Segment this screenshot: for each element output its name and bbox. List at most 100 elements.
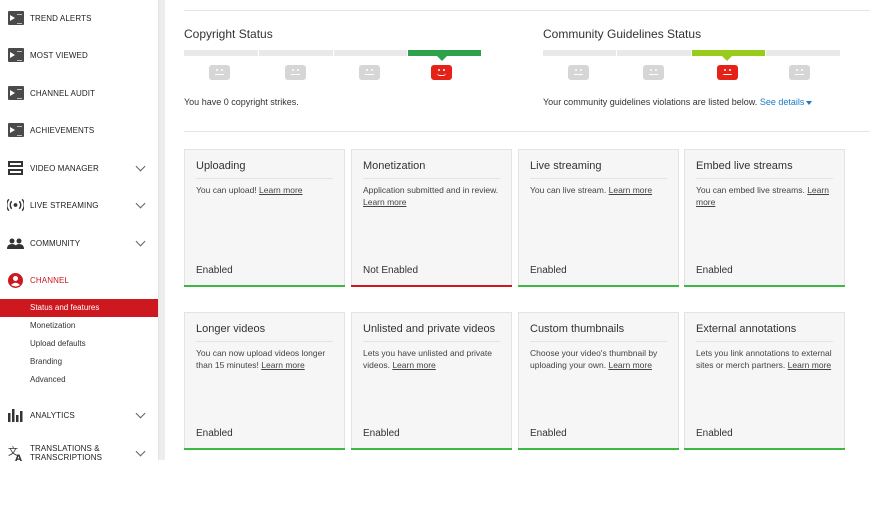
feature-description: Lets you have unlisted and private video… — [363, 347, 503, 371]
neutral-face-icon — [359, 65, 380, 80]
sidebar-item-label: CHANNEL — [30, 275, 69, 285]
feature-description-text: You can upload! — [196, 185, 257, 195]
neutral-face-icon — [717, 65, 738, 80]
sidebar-item-channel-audit[interactable]: CHANNEL AUDIT — [0, 80, 158, 106]
divider — [363, 178, 500, 179]
sidebar-item-trend-alerts[interactable]: TREND ALERTS — [0, 5, 158, 31]
community-guidelines-title: Community Guidelines Status — [543, 27, 702, 41]
feature-card: Longer videos You can now upload videos l… — [184, 312, 345, 450]
neutral-face-icon — [643, 65, 664, 80]
divider — [530, 178, 667, 179]
feature-status-bar — [351, 448, 512, 450]
chevron-down-icon[interactable] — [135, 161, 146, 172]
feature-status: Not Enabled — [363, 265, 419, 276]
feature-description-text: Application submitted and in review. — [363, 185, 499, 195]
analytics-icon — [7, 408, 24, 423]
sidebar-item-achievements[interactable]: ACHIEVEMENTS — [0, 117, 158, 143]
chevron-down-icon[interactable] — [135, 236, 146, 247]
feature-card: Live streaming You can live stream. Learn… — [518, 149, 679, 287]
divider — [196, 341, 333, 342]
community-guidelines-text: Your community guidelines violations are… — [543, 97, 813, 107]
sidebar-item-analytics[interactable]: ANALYTICS — [0, 402, 158, 428]
learn-more-link[interactable]: Learn more — [392, 360, 435, 370]
copyright-status-title: Copyright Status — [184, 27, 273, 41]
feature-card: Uploading You can upload! Learn more Enabl… — [184, 149, 345, 287]
sidebar-subitem-advanced[interactable]: Advanced — [0, 371, 158, 389]
sidebar-item-label: COMMUNITY — [30, 238, 81, 248]
feature-description-text: You can embed live streams. — [696, 185, 805, 195]
divider — [696, 341, 833, 342]
svg-text:A: A — [15, 454, 22, 461]
sidebar-subitem-monetization[interactable]: Monetization — [0, 317, 158, 335]
sidebar-item-label: MOST VIEWED — [30, 50, 88, 60]
feature-title: Unlisted and private videos — [363, 323, 496, 335]
sidebar-item-translations[interactable]: 文A TRANSLATIONS & TRANSCRIPTIONS — [0, 440, 158, 466]
divider — [184, 10, 870, 11]
feature-card: Unlisted and private videos Lets you have… — [351, 312, 512, 450]
chevron-down-icon[interactable] — [135, 408, 146, 419]
feature-status-bar — [518, 448, 679, 450]
sidebar-scrollbar[interactable] — [158, 0, 165, 460]
caret-down-icon[interactable] — [806, 100, 813, 105]
sidebar-subitem-status-and-features[interactable]: Status and features — [0, 299, 158, 317]
sidebar-item-channel[interactable]: CHANNEL — [0, 267, 158, 293]
sidebar-item-label: ACHIEVEMENTS — [30, 125, 95, 135]
feature-description: Lets you link annotations to external si… — [696, 347, 836, 371]
feature-status-bar — [684, 285, 845, 287]
sidebar-subitem-branding[interactable]: Branding — [0, 353, 158, 371]
main-content: Copyright Status You have 0 copyright st… — [184, 0, 870, 460]
learn-more-link[interactable]: Learn more — [259, 185, 302, 195]
channel-icon — [7, 272, 24, 288]
chevron-down-icon[interactable] — [135, 198, 146, 209]
learn-more-link[interactable]: Learn more — [261, 360, 304, 370]
community-icon — [7, 236, 24, 251]
feature-status: Enabled — [696, 428, 733, 439]
feature-status: Enabled — [530, 265, 567, 276]
feature-title: Embed live streams — [696, 160, 793, 172]
sidebar-item-label: TREND ALERTS — [30, 13, 92, 23]
sidebar-item-video-manager[interactable]: VIDEO MANAGER — [0, 155, 158, 181]
feature-title: Live streaming — [530, 160, 602, 172]
translate-icon: 文A — [7, 446, 24, 461]
feature-card: Custom thumbnails Choose your video's thu… — [518, 312, 679, 450]
copyright-strikes-text: You have 0 copyright strikes. — [184, 97, 299, 107]
sidebar-item-label: LIVE STREAMING — [30, 200, 99, 210]
learn-more-link[interactable]: Learn more — [609, 185, 652, 195]
sidebar-item-live-streaming[interactable]: LIVE STREAMING — [0, 192, 158, 218]
yt-studio-icon — [7, 48, 24, 63]
sidebar-item-label: TRANSLATIONS & TRANSCRIPTIONS — [30, 444, 103, 462]
feature-title: External annotations — [696, 323, 797, 335]
learn-more-link[interactable]: Learn more — [788, 360, 831, 370]
sidebar-item-label: CHANNEL AUDIT — [30, 88, 96, 98]
sidebar-subitem-upload-defaults[interactable]: Upload defaults — [0, 335, 158, 353]
feature-description: You can embed live streams. Learn more — [696, 184, 836, 208]
community-note: Your community guidelines violations are… — [543, 97, 758, 107]
feature-title: Longer videos — [196, 323, 266, 335]
feature-status-bar — [184, 285, 345, 287]
feature-status: Enabled — [196, 265, 233, 276]
feature-title: Uploading — [196, 160, 246, 172]
feature-status: Enabled — [363, 428, 400, 439]
feature-status-bar — [184, 448, 345, 450]
yt-studio-icon — [7, 123, 24, 138]
chevron-down-icon[interactable] — [135, 446, 146, 457]
feature-card: Monetization Application submitted and in… — [351, 149, 512, 287]
learn-more-link[interactable]: Learn more — [608, 360, 651, 370]
feature-description: Application submitted and in review. Lea… — [363, 184, 503, 208]
happy-face-icon — [789, 65, 810, 80]
live-streaming-icon — [7, 198, 24, 213]
sidebar-item-most-viewed[interactable]: MOST VIEWED — [0, 42, 158, 68]
learn-more-link[interactable]: Learn more — [363, 197, 406, 207]
divider — [530, 341, 667, 342]
feature-description: You can upload! Learn more — [196, 184, 336, 196]
sad-face-icon — [568, 65, 589, 80]
sad-face-icon — [209, 65, 230, 80]
see-details-link[interactable]: See details — [760, 97, 805, 107]
feature-status-bar — [351, 285, 512, 287]
sidebar-item-label: ANALYTICS — [30, 410, 75, 420]
feature-description-text: You can live stream. — [530, 185, 607, 195]
sidebar-item-community[interactable]: COMMUNITY — [0, 230, 158, 256]
feature-card: Embed live streams You can embed live str… — [684, 149, 845, 287]
divider — [696, 178, 833, 179]
happy-face-icon — [431, 65, 452, 80]
